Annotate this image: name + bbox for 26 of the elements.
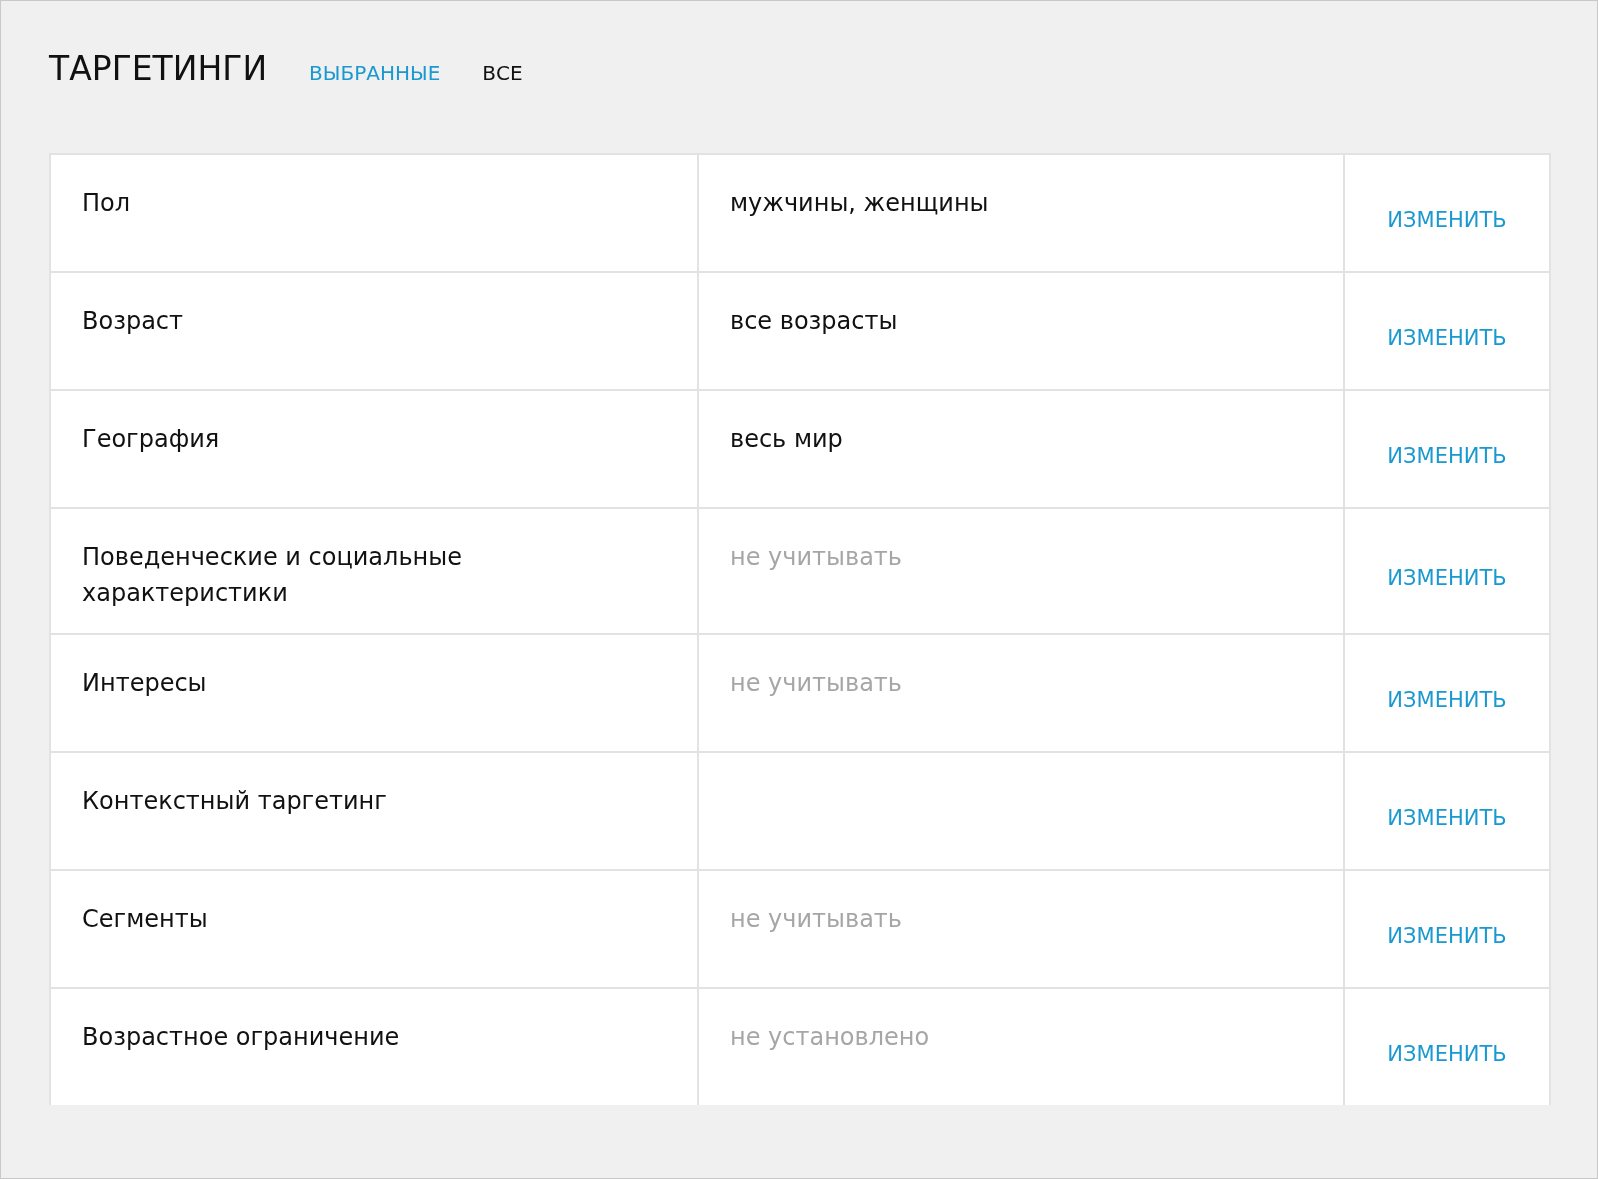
targeting-value: не установлено [730, 1023, 930, 1051]
targeting-name: Поведенческие и социальные характеристики [82, 542, 463, 609]
targeting-name: Возраст [82, 306, 185, 337]
edit-link[interactable]: ИЗМЕНИТЬ [1383, 798, 1511, 838]
edit-link[interactable]: ИЗМЕНИТЬ [1383, 1034, 1511, 1074]
edit-link[interactable]: ИЗМЕНИТЬ [1383, 200, 1511, 240]
edit-link[interactable]: ИЗМЕНИТЬ [1383, 916, 1511, 956]
targeting-name: Контекстный таргетинг [82, 786, 388, 817]
targeting-value: не учитывать [730, 669, 902, 697]
targeting-value: весь мир [730, 425, 843, 453]
targeting-name: Сегменты [82, 904, 209, 935]
edit-link[interactable]: ИЗМЕНИТЬ [1383, 318, 1511, 358]
targeting-name: География [82, 424, 221, 455]
filter-tab[interactable]: ВСЕ [482, 59, 523, 87]
filter-tab[interactable]: ВЫБРАННЫЕ [309, 59, 441, 87]
targeting-name: Возрастное ограничение [82, 1022, 401, 1053]
targeting-name: Пол [82, 188, 132, 219]
targeting-value: мужчины, женщины [730, 189, 989, 217]
edit-link[interactable]: ИЗМЕНИТЬ [1383, 680, 1511, 720]
targeting-name: Интересы [82, 668, 208, 699]
targeting-value: не учитывать [730, 905, 902, 933]
targeting-value: не учитывать [730, 543, 902, 571]
edit-link[interactable]: ИЗМЕНИТЬ [1383, 436, 1511, 476]
edit-link[interactable]: ИЗМЕНИТЬ [1383, 558, 1511, 598]
targeting-value: все возрасты [730, 307, 898, 335]
page-title: ТАРГЕТИНГИ [49, 49, 268, 88]
